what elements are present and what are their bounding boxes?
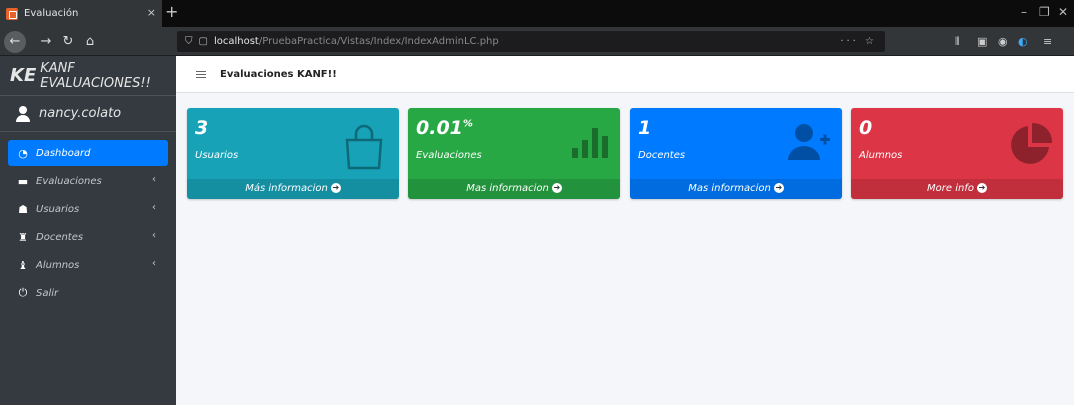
folder-icon: ▬ — [17, 174, 29, 188]
sidebar-item-alumnos[interactable]: ♝ Alumnos ‹ — [8, 252, 168, 278]
sidebar-item-evaluaciones[interactable]: ▬ Evaluaciones ‹ — [8, 168, 168, 194]
new-tab-button[interactable]: + — [165, 3, 178, 21]
sidebar-item-label: Usuarios — [36, 203, 80, 215]
sidebar-item-label: Alumnos — [36, 259, 80, 271]
page-icon: ▢ — [198, 36, 208, 47]
arrow-circle-right-icon: ➔ — [773, 183, 784, 193]
stat-label: Evaluaciones — [416, 150, 482, 161]
stat-value: 3 — [195, 117, 209, 139]
top-header: Evaluaciones KANF!! — [176, 56, 1074, 93]
chevron-left-icon: ‹ — [152, 258, 156, 269]
sidebar-menu: ◔ Dashboard ▬ Evaluaciones ‹ ☗ Usuarios … — [0, 132, 176, 306]
url-actions[interactable]: ··· ☆ — [840, 36, 877, 47]
pie-chart-icon — [1011, 122, 1053, 164]
home-icon[interactable]: ⌂ — [80, 32, 100, 52]
bar-chart-icon — [572, 128, 608, 158]
user-plus-icon — [788, 124, 830, 160]
sidebar-toggle-icon[interactable]: ▣ — [977, 35, 987, 48]
sidebar-item-usuarios[interactable]: ☗ Usuarios ‹ — [8, 196, 168, 222]
shopping-bag-icon — [345, 124, 383, 170]
user-panel[interactable]: nancy.colato — [0, 96, 176, 132]
more-info-link[interactable]: Más informacion ➔ — [187, 179, 399, 199]
stat-value: 0.01% — [416, 117, 473, 139]
stat-box-usuarios: 3 Usuarios Más informacion ➔ — [187, 108, 399, 199]
dashboard-icon: ◔ — [18, 146, 28, 160]
menu-icon[interactable]: ≡ — [1043, 35, 1052, 48]
favicon-icon — [6, 7, 18, 20]
arrow-circle-right-icon: ➔ — [551, 183, 562, 193]
shield-icon: ⛉ — [185, 36, 193, 47]
chevron-left-icon: ‹ — [152, 202, 156, 213]
chevron-left-icon: ‹ — [152, 174, 156, 185]
student-icon: ♝ — [18, 258, 28, 272]
browser-navbar: ← → ↻ ⌂ ⛉ ▢ localhost /PruebaPractica/Vi… — [0, 27, 1074, 56]
arrow-circle-right-icon: ➔ — [976, 183, 987, 193]
user-avatar-icon — [15, 105, 31, 122]
page-title: Evaluaciones KANF!! — [220, 68, 337, 80]
url-bar[interactable]: ⛉ ▢ localhost /PruebaPractica/Vistas/Ind… — [177, 31, 885, 52]
back-arrow-icon[interactable]: ← — [4, 31, 26, 53]
url-host: localhost — [213, 36, 259, 47]
arrow-circle-right-icon: ➔ — [330, 183, 341, 193]
hamburger-menu-icon[interactable] — [196, 69, 206, 80]
stat-value: 0 — [859, 117, 873, 139]
browser-tabbar: Evaluación × + – ❐ ✕ — [0, 0, 1074, 27]
sidebar-item-label: Docentes — [36, 231, 84, 243]
brand-logo: KE — [10, 65, 37, 86]
stat-value: 1 — [638, 117, 652, 139]
browser-tab[interactable]: Evaluación × — [0, 0, 162, 27]
stat-box-alumnos: 0 Alumnos More info ➔ — [851, 108, 1063, 199]
chevron-left-icon: ‹ — [152, 230, 156, 241]
stat-box-docentes: 1 Docentes Mas informacion ➔ — [630, 108, 842, 199]
maximize-button[interactable]: ❐ — [1039, 5, 1050, 19]
library-icon[interactable]: ⫴ — [955, 35, 960, 49]
sidebar-item-label: Evaluaciones — [36, 175, 102, 187]
brand[interactable]: KE KANF EVALUACIONES!! — [0, 56, 176, 96]
sidebar-item-label: Dashboard — [36, 147, 91, 159]
sidebar: KE KANF EVALUACIONES!! nancy.colato ◔ Da… — [0, 56, 176, 405]
users-icon: ☗ — [18, 202, 28, 216]
sidebar-item-salir[interactable]: ⏻ Salir — [8, 280, 168, 306]
more-info-link[interactable]: More info ➔ — [851, 179, 1063, 199]
power-icon: ⏻ — [18, 286, 28, 299]
url-path: /PruebaPractica/Vistas/Index/IndexAdminL… — [258, 36, 499, 47]
tab-title: Evaluación — [24, 8, 79, 19]
more-info-link[interactable]: Mas informacion ➔ — [630, 179, 842, 199]
user-name: nancy.colato — [39, 106, 122, 121]
sidebar-item-label: Salir — [36, 287, 59, 299]
tab-close-icon[interactable]: × — [147, 6, 156, 19]
sidebar-item-dashboard[interactable]: ◔ Dashboard — [8, 140, 168, 166]
stat-label: Usuarios — [195, 150, 239, 161]
brand-name: KANF EVALUACIONES!! — [40, 60, 151, 91]
chalkboard-icon: ♜ — [18, 230, 28, 244]
more-info-link[interactable]: Mas informacion ➔ — [408, 179, 620, 199]
account-icon[interactable]: ◉ — [998, 35, 1008, 48]
reload-icon[interactable]: ↻ — [58, 32, 78, 52]
minimize-button[interactable]: – — [1021, 5, 1027, 19]
forward-arrow-icon[interactable]: → — [36, 32, 56, 52]
window-close-button[interactable]: ✕ — [1058, 5, 1068, 19]
extension-icon[interactable]: ◐ — [1018, 35, 1028, 48]
sidebar-item-docentes[interactable]: ♜ Docentes ‹ — [8, 224, 168, 250]
stat-label: Docentes — [638, 150, 686, 161]
stat-box-evaluaciones: 0.01% Evaluaciones Mas informacion ➔ — [408, 108, 620, 199]
stat-label: Alumnos — [859, 150, 903, 161]
